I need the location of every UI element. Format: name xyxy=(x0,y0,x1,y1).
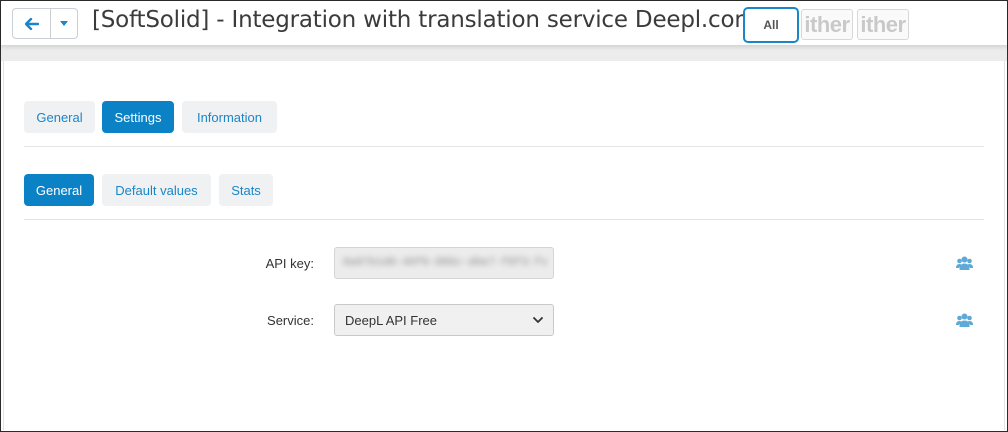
service-label: Service: xyxy=(267,313,314,328)
content-border-right xyxy=(1004,61,1005,430)
tab-settings[interactable]: Settings xyxy=(102,101,174,133)
vendor-logo-tile[interactable]: ither xyxy=(801,9,853,40)
vendor-logo-tile[interactable]: ither xyxy=(857,9,909,40)
tab-general[interactable]: General xyxy=(24,101,95,133)
history-dropdown-button[interactable] xyxy=(51,9,77,38)
navigation-button-group xyxy=(12,8,78,39)
api-key-label: API key: xyxy=(265,256,314,271)
tabs-divider xyxy=(24,146,984,147)
page-title: [SoftSolid] - Integration with translati… xyxy=(92,7,757,33)
api-key-input[interactable]: 0a07b1d0-40f0-886c-d6e7-f8f3:fx xyxy=(334,247,554,279)
chevron-down-icon xyxy=(533,316,543,323)
caret-down-icon xyxy=(60,21,68,26)
subtab-general[interactable]: General xyxy=(24,174,94,206)
service-selected-value: DeepL API Free xyxy=(345,312,438,328)
content-border-left xyxy=(3,61,4,430)
users-icon[interactable] xyxy=(956,256,973,270)
back-button[interactable] xyxy=(13,9,51,38)
vendor-logo-text: ither xyxy=(804,11,850,37)
page-header: [SoftSolid] - Integration with translati… xyxy=(1,1,1007,45)
subtab-default-values[interactable]: Default values xyxy=(102,174,211,206)
users-icon[interactable] xyxy=(956,313,973,327)
api-key-value: 0a07b1d0-40f0-886c-d6e7-f8f3:fx xyxy=(343,257,548,269)
header-shadow-strip xyxy=(1,45,1007,61)
service-select[interactable]: DeepL API Free xyxy=(334,304,554,336)
tab-information[interactable]: Information xyxy=(182,101,277,133)
all-button[interactable]: All xyxy=(743,7,799,43)
subtab-stats[interactable]: Stats xyxy=(219,174,273,206)
arrow-left-icon xyxy=(24,17,39,30)
vendor-logo-text: ither xyxy=(860,11,906,37)
subtabs-divider xyxy=(24,219,984,220)
